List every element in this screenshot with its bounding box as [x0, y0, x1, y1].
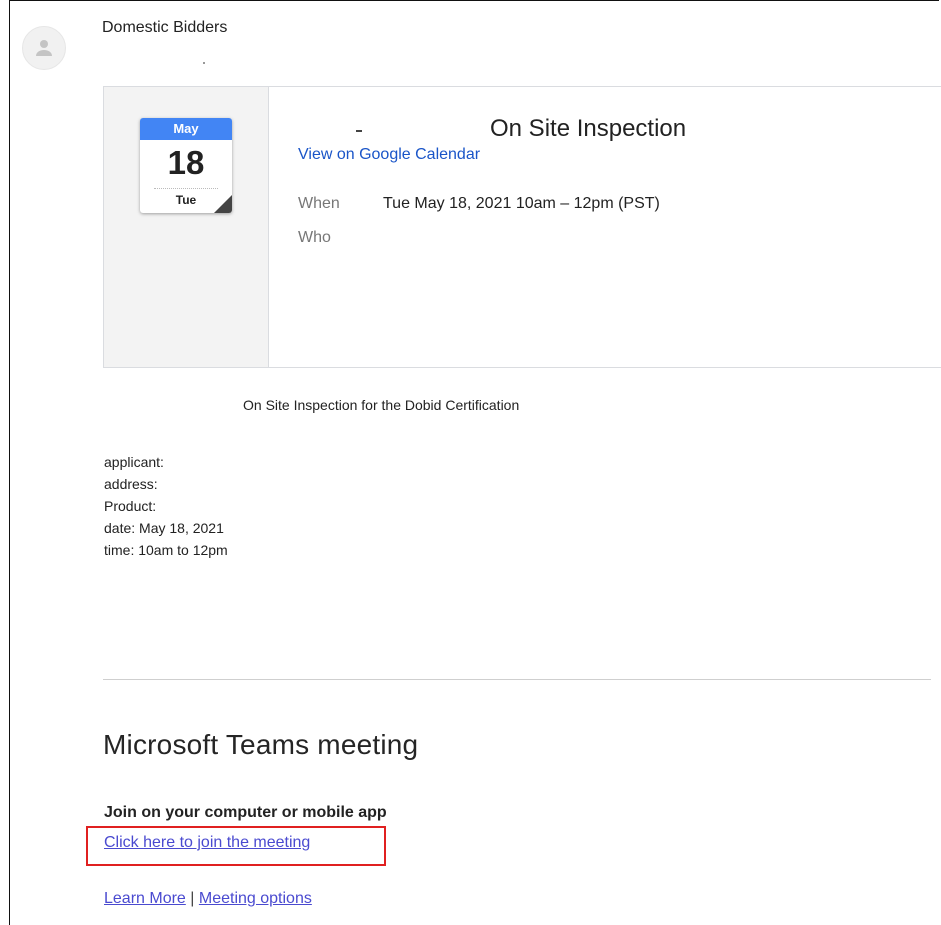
who-label: Who — [298, 229, 331, 246]
detail-product: Product: — [104, 498, 157, 514]
calendar-month: May — [140, 118, 232, 140]
when-label: When — [298, 195, 340, 212]
detail-applicant: applicant: — [104, 454, 164, 470]
card-date-panel: May 18 Tue — [104, 87, 269, 367]
event-description: On Site Inspection for the Dobid Certifi… — [243, 397, 520, 413]
sender-avatar — [22, 26, 66, 70]
decorative-tick — [356, 130, 362, 132]
when-value: Tue May 18, 2021 10am – 12pm (PST) — [383, 195, 660, 212]
detail-time: time: 10am to 12pm — [104, 542, 228, 558]
divider-dot — [203, 62, 205, 64]
calendar-day: 18 — [167, 144, 205, 181]
link-separator: | — [190, 890, 195, 907]
person-icon — [36, 40, 52, 56]
section-divider — [103, 679, 931, 680]
page-fold-icon — [214, 195, 232, 213]
meeting-options-link[interactable]: Meeting options — [199, 890, 312, 907]
calendar-invite-card: May 18 Tue On Site Inspection View on Go… — [103, 86, 941, 368]
event-title: On Site Inspection — [490, 115, 687, 142]
join-heading: Join on your computer or mobile app — [104, 804, 387, 821]
calendar-separator — [154, 188, 218, 189]
detail-address: address: — [104, 476, 158, 492]
teams-footer-links: Learn More | Meeting options — [104, 890, 312, 908]
learn-more-link[interactable]: Learn More — [104, 890, 186, 907]
calendar-icon: May 18 Tue — [140, 118, 232, 213]
join-meeting-link[interactable]: Click here to join the meeting — [104, 834, 310, 852]
event-details: applicant: address: Product: date: May 1… — [104, 451, 228, 561]
view-on-google-calendar-link[interactable]: View on Google Calendar — [298, 146, 480, 164]
teams-meeting-title: Microsoft Teams meeting — [103, 729, 419, 760]
detail-date: date: May 18, 2021 — [104, 520, 224, 536]
sender-name: Domestic Bidders — [102, 19, 228, 36]
